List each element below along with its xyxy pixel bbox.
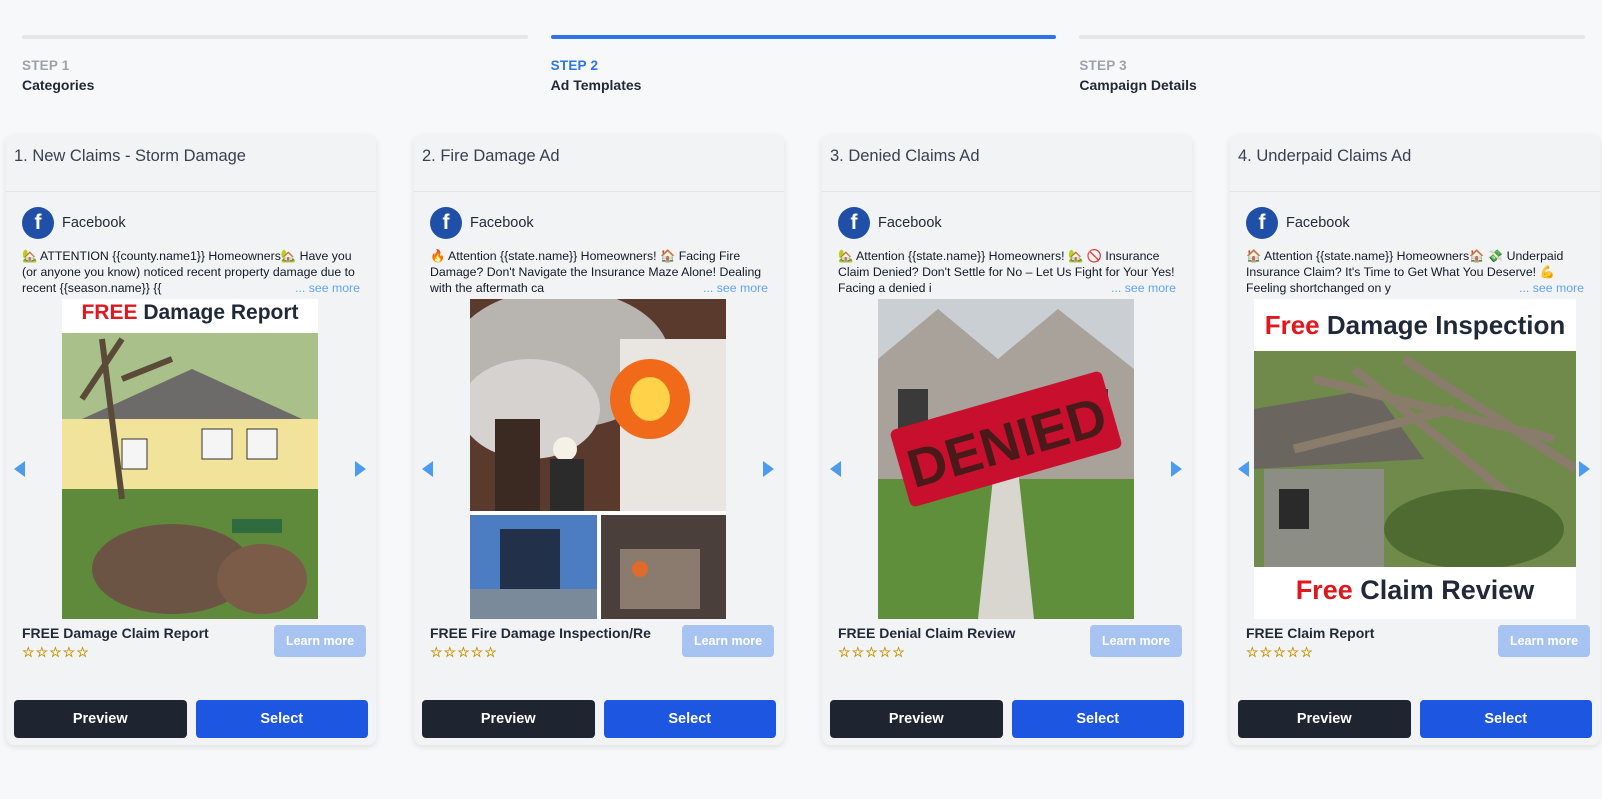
preview-button[interactable]: Preview xyxy=(422,700,595,738)
ad-footer: FREE Fire Damage Inspection/Re ☆☆☆☆☆ Lea… xyxy=(430,625,774,665)
see-more-link[interactable]: ... see more xyxy=(1105,280,1176,296)
ad-image-banner: FREE Damage Report xyxy=(62,299,318,333)
ad-body-text: 🔥 Attention {{state.name}} Homeowners! 🏠… xyxy=(430,248,768,296)
card-actions: Preview Select xyxy=(830,700,1184,738)
see-more-link[interactable]: ... see more xyxy=(697,280,768,296)
step-ad-templates[interactable]: STEP 2 Ad Templates xyxy=(550,35,1057,93)
ad-body-text: 🏡 Attention {{state.name}} Homeowners! 🏡… xyxy=(838,248,1176,296)
step-campaign-details[interactable]: STEP 3 Campaign Details xyxy=(1079,35,1586,93)
caret-right-icon[interactable] xyxy=(355,461,366,477)
step-categories[interactable]: STEP 1 Categories xyxy=(22,35,528,93)
template-cards: 1. New Claims - Storm Damage f Facebook … xyxy=(6,135,1602,745)
select-button[interactable]: Select xyxy=(1011,700,1184,738)
card-title: 2. Fire Damage Ad xyxy=(414,135,784,192)
facebook-icon: f xyxy=(1246,207,1278,239)
select-button[interactable]: Select xyxy=(195,700,368,738)
preview-button[interactable]: Preview xyxy=(14,700,187,738)
ad-headline: FREE Damage Claim Report xyxy=(22,625,209,641)
platform-row: f Facebook xyxy=(838,207,1192,239)
caret-left-icon[interactable] xyxy=(422,461,433,477)
preview-button[interactable]: Preview xyxy=(1238,700,1411,738)
platform-row: f Facebook xyxy=(1246,207,1600,239)
caret-right-icon[interactable] xyxy=(763,461,774,477)
facebook-icon: f xyxy=(430,207,462,239)
template-card-fire-damage: 2. Fire Damage Ad f Facebook 🔥 Attention… xyxy=(414,135,784,745)
step-progress-bar xyxy=(1079,35,1586,39)
ad-headline: FREE Fire Damage Inspection/Re xyxy=(430,625,651,641)
step-name: Categories xyxy=(22,77,95,93)
ad-footer: FREE Claim Report ☆☆☆☆☆ Learn more xyxy=(1246,625,1590,665)
ad-body-text: 🏡 ATTENTION {{county.name1}} Homeowners🏡… xyxy=(22,248,360,296)
step-number: STEP 1 xyxy=(22,58,70,73)
select-button[interactable]: Select xyxy=(1419,700,1592,738)
card-title: 4. Underpaid Claims Ad xyxy=(1230,135,1600,192)
card-title: 3. Denied Claims Ad xyxy=(822,135,1192,192)
facebook-icon: f xyxy=(22,207,54,239)
select-button[interactable]: Select xyxy=(603,700,776,738)
caret-left-icon[interactable] xyxy=(14,461,25,477)
platform-name: Facebook xyxy=(878,215,942,231)
step-name: Campaign Details xyxy=(1079,77,1197,93)
stepper: STEP 1 Categories STEP 2 Ad Templates ST… xyxy=(22,35,1586,93)
learn-more-button[interactable]: Learn more xyxy=(1498,625,1590,657)
step-progress-bar xyxy=(22,35,528,39)
ad-body-text: 🏠 Attention {{state.name}} Homeowners🏠 💸… xyxy=(1246,248,1584,296)
template-card-underpaid-claims: 4. Underpaid Claims Ad f Facebook 🏠 Atte… xyxy=(1230,135,1600,745)
template-card-storm-damage: 1. New Claims - Storm Damage f Facebook … xyxy=(6,135,376,745)
step-number: STEP 2 xyxy=(550,58,599,73)
card-actions: Preview Select xyxy=(14,700,368,738)
ad-image-banner-bottom: Free Claim Review xyxy=(1254,567,1576,613)
facebook-icon: f xyxy=(838,207,870,239)
learn-more-button[interactable]: Learn more xyxy=(682,625,774,657)
see-more-link[interactable]: ... see more xyxy=(1513,280,1584,296)
ad-image: DENIED xyxy=(878,299,1134,619)
see-more-link[interactable]: ... see more xyxy=(289,280,360,296)
platform-row: f Facebook xyxy=(430,207,784,239)
ad-image xyxy=(470,299,726,619)
preview-button[interactable]: Preview xyxy=(830,700,1003,738)
ad-image: FREE Damage Report xyxy=(62,299,318,619)
step-number: STEP 3 xyxy=(1079,58,1127,73)
template-card-denied-claims: 3. Denied Claims Ad f Facebook 🏡 Attenti… xyxy=(822,135,1192,745)
learn-more-button[interactable]: Learn more xyxy=(1090,625,1182,657)
platform-name: Facebook xyxy=(62,215,126,231)
platform-name: Facebook xyxy=(470,215,534,231)
step-name: Ad Templates xyxy=(550,77,642,93)
card-actions: Preview Select xyxy=(422,700,776,738)
ad-image: Free Damage Inspection Free Claim Review xyxy=(1254,299,1576,619)
platform-name: Facebook xyxy=(1286,215,1350,231)
caret-right-icon[interactable] xyxy=(1579,461,1590,477)
step-progress-bar xyxy=(550,35,1057,39)
ad-headline: FREE Denial Claim Review xyxy=(838,625,1016,641)
ad-image-banner-top: Free Damage Inspection xyxy=(1254,305,1576,345)
caret-left-icon[interactable] xyxy=(1238,461,1249,477)
caret-left-icon[interactable] xyxy=(830,461,841,477)
card-title: 1. New Claims - Storm Damage xyxy=(6,135,376,192)
card-actions: Preview Select xyxy=(1238,700,1592,738)
caret-right-icon[interactable] xyxy=(1171,461,1182,477)
ad-headline: FREE Claim Report xyxy=(1246,625,1375,641)
ad-footer: FREE Damage Claim Report ☆☆☆☆☆ Learn mor… xyxy=(22,625,366,665)
learn-more-button[interactable]: Learn more xyxy=(274,625,366,657)
ad-footer: FREE Denial Claim Review ☆☆☆☆☆ Learn mor… xyxy=(838,625,1182,665)
platform-row: f Facebook xyxy=(22,207,376,239)
